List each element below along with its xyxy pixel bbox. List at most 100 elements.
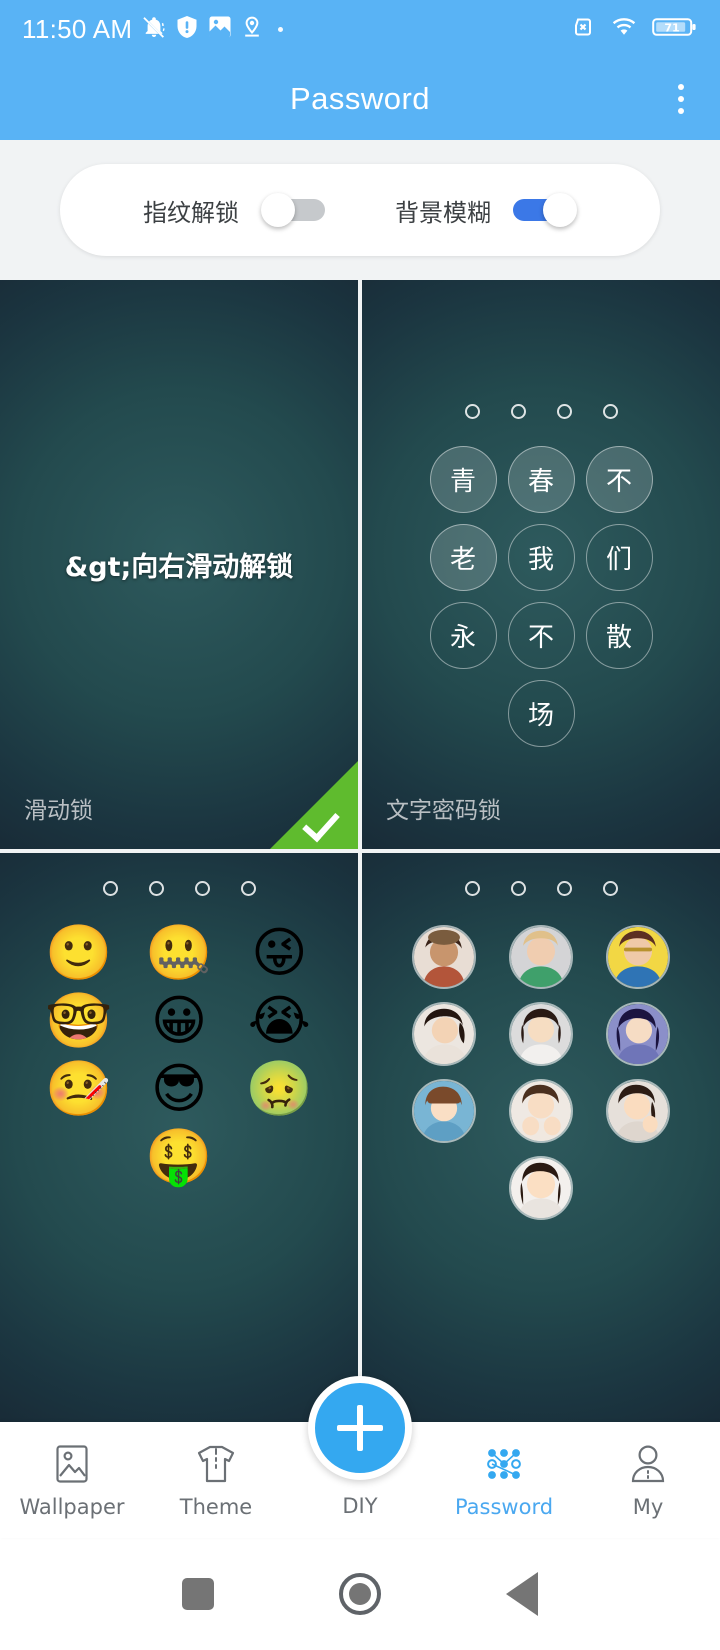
passcode-dot-indicators (102, 881, 256, 896)
lock-card-photo[interactable] (362, 853, 720, 1422)
more-vert-icon (678, 96, 684, 102)
photo-key[interactable] (509, 925, 573, 989)
passcode-dot (556, 404, 572, 419)
person-icon (628, 1442, 668, 1486)
photo-key[interactable] (509, 1002, 573, 1066)
char-key[interactable]: 散 (585, 602, 653, 669)
status-bar-time: 11:50 AM (22, 13, 133, 44)
nav-item-my[interactable]: My (576, 1422, 720, 1538)
home-circle-icon[interactable] (338, 1573, 381, 1615)
fingerprint-toggle-group[interactable]: 指纹解锁 (143, 193, 325, 228)
emoji-key[interactable]: 😭 (248, 994, 311, 1048)
photo-key[interactable] (606, 1079, 670, 1143)
app-root: 11:50 AM 71 Password 指纹解锁 背景模糊 &gt;向右滑动解… (0, 0, 720, 1650)
system-navigation-bar (0, 1538, 720, 1650)
emoji-key[interactable]: 🤢 (246, 1062, 313, 1116)
passcode-dot (510, 404, 526, 419)
photo-key[interactable] (412, 1079, 476, 1143)
char-key[interactable]: 春 (507, 446, 575, 513)
char-key[interactable]: 场 (507, 680, 575, 747)
emoji-key[interactable]: 😜 (251, 926, 307, 980)
emoji-key[interactable]: 🙂 (45, 926, 112, 980)
passcode-dot (240, 881, 256, 896)
passcode-dot (602, 404, 618, 419)
location-pin-icon (242, 15, 262, 44)
gallery-image-icon (208, 15, 232, 44)
photo-key[interactable] (412, 925, 476, 989)
overflow-menu-button[interactable] (666, 77, 696, 121)
battery-level-text: 71 (664, 21, 679, 34)
blur-toggle-label: 背景模糊 (395, 198, 491, 227)
passcode-dot (102, 881, 118, 896)
photo-key[interactable] (606, 925, 670, 989)
fingerprint-switch[interactable] (261, 193, 325, 227)
blur-switch[interactable] (513, 193, 577, 227)
lock-card-text-password[interactable]: 青 春 不 老 我 们 永 不 散 场 文字密码锁 (362, 280, 720, 849)
wallpaper-icon (52, 1442, 92, 1486)
add-diy-button[interactable] (308, 1376, 412, 1480)
emoji-keypad: 🙂 🤐 😜 🤓 😀 😭 🤒 😎 🤢 🤑 (45, 926, 313, 1184)
emoji-key[interactable]: 🤒 (45, 1062, 112, 1116)
wifi-icon (610, 15, 638, 44)
char-key[interactable]: 不 (585, 446, 653, 513)
more-vert-icon (678, 108, 684, 114)
char-key[interactable]: 不 (507, 602, 575, 669)
lock-card-label: 滑动锁 (24, 798, 93, 824)
emoji-key[interactable]: 🤐 (145, 926, 212, 980)
more-dot-icon (278, 26, 284, 32)
emoji-key[interactable]: 😎 (151, 1062, 207, 1116)
page-title: Password (289, 81, 431, 116)
passcode-dot (602, 881, 618, 896)
switch-knob (543, 193, 577, 227)
emoji-key[interactable]: 🤓 (45, 994, 112, 1048)
photo-key[interactable] (509, 1156, 573, 1220)
photo-key[interactable] (509, 1079, 573, 1143)
photo-key[interactable] (412, 1002, 476, 1066)
nav-item-password[interactable]: Password (432, 1422, 576, 1538)
nav-label: Theme (179, 1494, 253, 1519)
lock-card-label: 文字密码锁 (386, 798, 501, 824)
lock-card-slide[interactable]: &gt;向右滑动解锁 滑动锁 (0, 280, 358, 849)
nav-label: DIY (342, 1494, 378, 1518)
app-bar: Password (0, 58, 720, 140)
nav-label: Wallpaper (19, 1494, 125, 1519)
passcode-dot-indicators (464, 404, 618, 419)
shield-alert-icon (176, 15, 198, 44)
status-bar-right-icons: 71 (570, 14, 698, 45)
nav-item-diy[interactable]: DIY (288, 1376, 432, 1538)
status-bar-left-icons (142, 15, 284, 44)
passcode-dot (194, 881, 210, 896)
passcode-dot-indicators (464, 881, 618, 896)
emoji-key[interactable]: 🤑 (145, 1130, 212, 1184)
passcode-dot (148, 881, 164, 896)
char-key[interactable]: 们 (585, 524, 653, 591)
tshirt-icon (195, 1442, 237, 1486)
lock-style-grid: &gt;向右滑动解锁 滑动锁 青 春 不 老 我 们 永 不 散 场 文字密码锁… (0, 280, 720, 1422)
photo-key[interactable] (606, 1002, 670, 1066)
no-sim-icon (570, 14, 596, 45)
status-bar: 11:50 AM 71 (0, 0, 720, 58)
fingerprint-toggle-label: 指纹解锁 (143, 198, 239, 227)
photo-keypad (412, 925, 670, 1220)
nav-label: Password (454, 1494, 554, 1519)
recents-square-icon[interactable] (182, 1578, 215, 1610)
character-keypad: 青 春 不 老 我 们 永 不 散 场 (429, 446, 653, 747)
passcode-dot (464, 404, 480, 419)
settings-toggle-panel: 指纹解锁 背景模糊 (0, 140, 720, 280)
char-key[interactable]: 老 (429, 524, 497, 591)
char-key[interactable]: 我 (507, 524, 575, 591)
passcode-dot (510, 881, 526, 896)
bottom-navigation: Wallpaper Theme DIY Password My (0, 1376, 720, 1538)
blur-toggle-group[interactable]: 背景模糊 (395, 193, 577, 228)
lock-card-emoji[interactable]: 🙂 🤐 😜 🤓 😀 😭 🤒 😎 🤢 🤑 (0, 853, 358, 1422)
battery-icon: 71 (652, 15, 698, 44)
char-key[interactable]: 青 (429, 446, 497, 513)
emoji-key[interactable]: 😀 (151, 994, 207, 1048)
pattern-lock-icon (483, 1442, 525, 1486)
nav-item-theme[interactable]: Theme (144, 1422, 288, 1538)
char-key[interactable]: 永 (429, 602, 497, 669)
nav-item-wallpaper[interactable]: Wallpaper (0, 1422, 144, 1538)
home-inner-dot (348, 1583, 371, 1605)
back-triangle-icon[interactable] (505, 1572, 538, 1616)
slide-unlock-hint: &gt;向右滑动解锁 (64, 552, 294, 583)
